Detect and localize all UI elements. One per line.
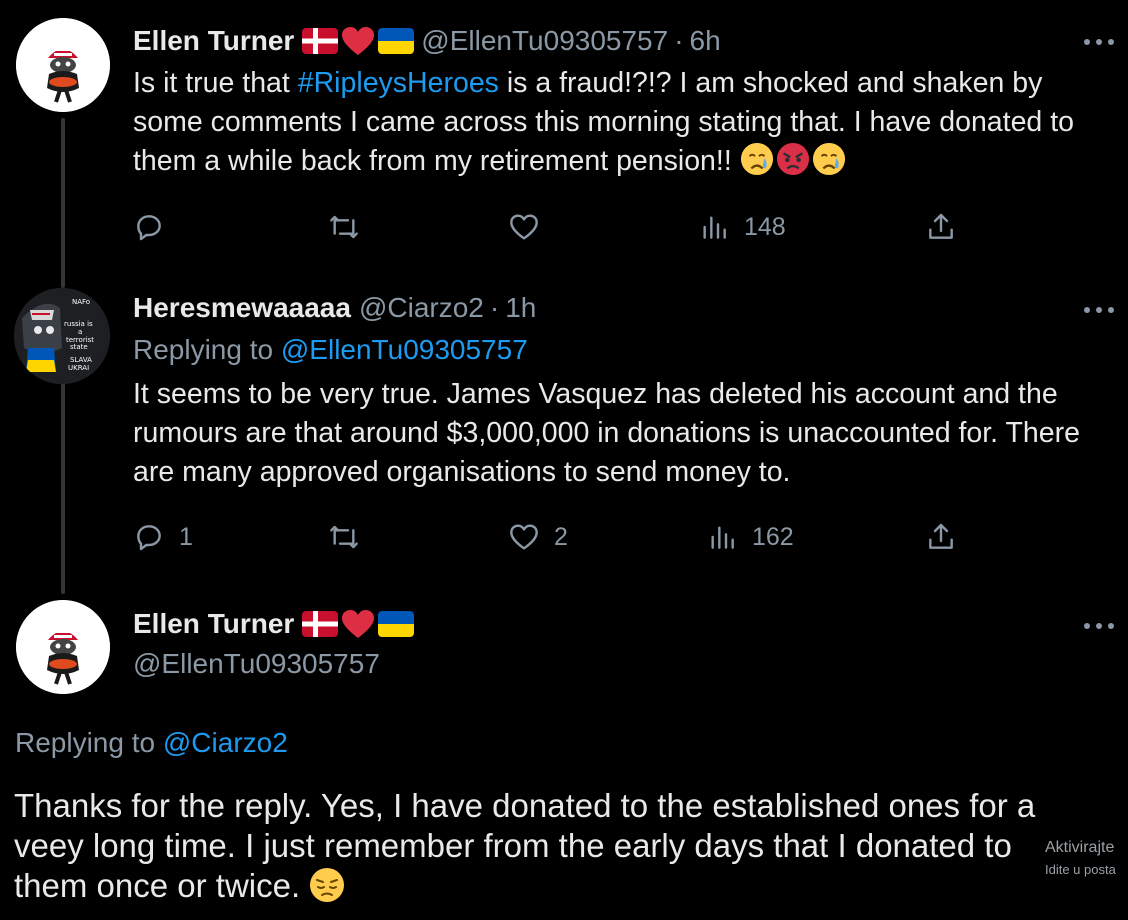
- thread-line: [61, 382, 65, 594]
- name-emojis: [302, 26, 415, 56]
- activation-watermark: Aktivirajte: [1045, 839, 1115, 856]
- like-button[interactable]: 2: [508, 521, 568, 553]
- reply-button[interactable]: 1: [133, 521, 193, 553]
- replying-prefix: Replying to: [15, 727, 163, 758]
- replying-to: Replying to @Ciarzo2: [15, 727, 288, 759]
- thread-line: [61, 118, 65, 288]
- views-button[interactable]: 148: [698, 211, 786, 243]
- avatar[interactable]: [16, 600, 110, 694]
- author-name[interactable]: Ellen Turner: [133, 608, 294, 640]
- like-button[interactable]: [508, 211, 554, 243]
- replying-handle-link[interactable]: @EllenTu09305757: [281, 334, 528, 365]
- like-count: 2: [554, 522, 568, 551]
- author-name[interactable]: Heresmewaaaaa: [133, 292, 351, 324]
- replying-handle-link[interactable]: @Ciarzo2: [163, 727, 288, 758]
- separator-dot: ·: [674, 25, 684, 56]
- hashtag-link[interactable]: #RipleysHeroes: [298, 67, 499, 99]
- reply-icon: [137, 215, 161, 241]
- retweet-button[interactable]: [328, 521, 374, 553]
- tweet-text-line: them once or twice.: [14, 866, 1104, 906]
- share-icon: [929, 523, 953, 549]
- author-handle[interactable]: @EllenTu09305757: [133, 648, 380, 680]
- tweet-header: Ellen Turner @EllenTu09305757 · 6h: [133, 24, 721, 58]
- like-icon: [510, 214, 538, 240]
- tweet-text: Thanks for the reply. Yes, I have donate…: [14, 786, 1104, 906]
- views-icon: [711, 526, 734, 549]
- tweet-actions: 148: [133, 211, 963, 245]
- separator-dot: ·: [489, 292, 500, 323]
- author-handle[interactable]: @EllenTu09305757: [421, 25, 668, 57]
- svg-text:a: a: [78, 328, 82, 336]
- svg-text:NAFo: NAFo: [72, 298, 90, 306]
- share-button[interactable]: [925, 211, 957, 243]
- denmark-flag-icon: [302, 28, 339, 54]
- reply-count: 1: [179, 522, 193, 551]
- author-name[interactable]: Ellen Turner: [133, 25, 294, 57]
- replying-prefix: Replying to: [133, 334, 281, 365]
- more-icon[interactable]: [1084, 37, 1114, 47]
- pensive-face-icon: [309, 867, 345, 903]
- svg-text:SLAVA: SLAVA: [70, 356, 92, 364]
- svg-text:UKRAI: UKRAI: [68, 364, 89, 372]
- tweet-time[interactable]: 6h: [690, 25, 721, 57]
- denmark-flag-icon: [302, 611, 339, 637]
- heart-icon: [341, 609, 375, 639]
- tweet-text-line: veey long time. I just remember from the…: [14, 827, 1012, 864]
- angry-face-icon: [776, 142, 810, 176]
- avatar[interactable]: [16, 18, 110, 112]
- like-icon: [510, 524, 538, 550]
- ukraine-flag-icon: [378, 28, 415, 54]
- tweet-text-part: them once or twice.: [14, 867, 310, 904]
- svg-text:russia is: russia is: [64, 320, 93, 328]
- replying-to: Replying to @EllenTu09305757: [133, 334, 528, 366]
- views-count: 148: [744, 212, 786, 241]
- views-count: 162: [752, 522, 794, 551]
- more-icon[interactable]: [1084, 621, 1114, 631]
- reply-button[interactable]: [133, 211, 179, 243]
- author-handle[interactable]: @Ciarzo2: [359, 292, 484, 324]
- tweet-text: It seems to be very true. James Vasquez …: [133, 378, 1080, 488]
- more-icon[interactable]: [1084, 305, 1114, 315]
- ukraine-flag-icon: [378, 611, 415, 637]
- crying-face-icon: [812, 142, 846, 176]
- crying-face-icon: [740, 142, 774, 176]
- retweet-button[interactable]: [328, 211, 374, 243]
- activation-watermark: Idite u posta: [1045, 862, 1116, 877]
- views-icon: [703, 216, 726, 239]
- tweet-text-part: Is it true that: [133, 67, 298, 99]
- avatar[interactable]: NAFo russia is a terrorist state SLAVA U…: [14, 288, 110, 384]
- tweet-time[interactable]: 1h: [505, 292, 536, 324]
- svg-text:state: state: [70, 343, 88, 351]
- retweet-icon: [330, 525, 358, 549]
- tweet-header: Heresmewaaaaa @Ciarzo2 · 1h: [133, 291, 536, 325]
- views-button[interactable]: 162: [706, 521, 794, 553]
- retweet-icon: [330, 215, 358, 239]
- tweet-actions: 1 2 162: [133, 521, 963, 555]
- tweet-text: Is it true that #RipleysHeroes is a frau…: [133, 64, 1118, 181]
- share-icon: [929, 213, 953, 239]
- tweet-header: Ellen Turner: [133, 607, 421, 641]
- reply-icon: [137, 525, 161, 551]
- tweet-text-line: Thanks for the reply. Yes, I have donate…: [14, 787, 1036, 824]
- heart-icon: [341, 26, 375, 56]
- share-button[interactable]: [925, 521, 957, 553]
- name-emojis: [302, 609, 415, 639]
